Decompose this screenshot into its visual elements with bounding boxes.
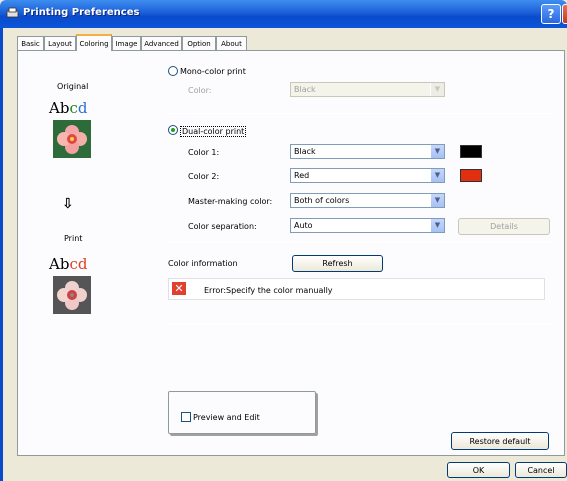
- original-sample-text: Abcd: [49, 99, 88, 117]
- preview-edit-label: Preview and Edit: [193, 413, 260, 422]
- printer-icon: [6, 7, 19, 18]
- color2-value: Red: [294, 171, 310, 180]
- mono-color-label: Mono-color print: [180, 67, 246, 76]
- mono-color-radio[interactable]: [168, 66, 178, 76]
- color-separation-select[interactable]: Auto ▼: [290, 218, 445, 233]
- divider: [168, 242, 555, 243]
- coloring-panel: Original Abcd ⇩ Print Abcd Mono-color pr…: [17, 50, 565, 456]
- cancel-button[interactable]: Cancel: [515, 462, 567, 478]
- details-button[interactable]: Details: [458, 218, 550, 235]
- color1-label: Color 1:: [188, 148, 220, 157]
- master-making-label: Master-making color:: [188, 197, 273, 206]
- tab-advanced[interactable]: Advanced: [141, 36, 182, 50]
- color1-value: Black: [294, 147, 316, 156]
- color2-swatch: [460, 169, 482, 182]
- help-button[interactable]: ?: [541, 4, 561, 24]
- print-flower-image: [53, 276, 91, 314]
- dual-color-radio[interactable]: [168, 125, 178, 135]
- chevron-down-icon: ▼: [430, 83, 444, 96]
- close-button[interactable]: X: [562, 4, 567, 24]
- tab-option[interactable]: Option: [182, 36, 216, 50]
- original-flower-image: [53, 120, 91, 158]
- chevron-down-icon: ▼: [430, 194, 444, 207]
- chevron-down-icon: ▼: [430, 145, 444, 158]
- color2-label: Color 2:: [188, 172, 220, 181]
- tab-layout[interactable]: Layout: [44, 36, 76, 50]
- color-separation-value: Auto: [294, 221, 313, 230]
- dual-color-label: Dual-color print: [180, 126, 247, 137]
- print-sample-text: Abcd: [49, 255, 88, 273]
- divider: [168, 113, 555, 114]
- chevron-down-icon: ▼: [430, 219, 444, 232]
- window-title: Printing Preferences: [23, 7, 140, 18]
- original-label: Original: [57, 82, 89, 91]
- mono-color-value: Black: [294, 85, 316, 94]
- mono-color-color-label: Color:: [188, 86, 212, 95]
- restore-default-button[interactable]: Restore default: [451, 432, 549, 450]
- chevron-down-icon: ▼: [430, 169, 444, 182]
- ok-button[interactable]: OK: [447, 462, 510, 478]
- tab-about[interactable]: About: [216, 36, 247, 50]
- color1-select[interactable]: Black ▼: [290, 144, 445, 159]
- color1-swatch: [460, 145, 482, 158]
- print-label: Print: [64, 234, 83, 243]
- color-information-label: Color information: [168, 259, 238, 268]
- tab-image[interactable]: Image: [112, 36, 141, 50]
- preview-edit-checkbox[interactable]: [181, 412, 191, 422]
- color-separation-label: Color separation:: [188, 222, 257, 231]
- mono-color-select[interactable]: Black ▼: [290, 82, 445, 97]
- down-arrow-icon: ⇩: [62, 196, 74, 212]
- error-icon: ✕: [172, 282, 186, 295]
- master-making-select[interactable]: Both of colors ▼: [290, 193, 445, 208]
- color2-select[interactable]: Red ▼: [290, 168, 445, 183]
- divider: [168, 324, 555, 325]
- tab-coloring[interactable]: Coloring: [76, 34, 112, 51]
- refresh-button[interactable]: Refresh: [292, 255, 383, 272]
- error-message-text: Error:Specify the color manually: [204, 286, 333, 295]
- tab-basic[interactable]: Basic: [17, 36, 44, 50]
- master-making-value: Both of colors: [294, 196, 350, 205]
- title-bar: Printing Preferences ? X: [0, 0, 567, 28]
